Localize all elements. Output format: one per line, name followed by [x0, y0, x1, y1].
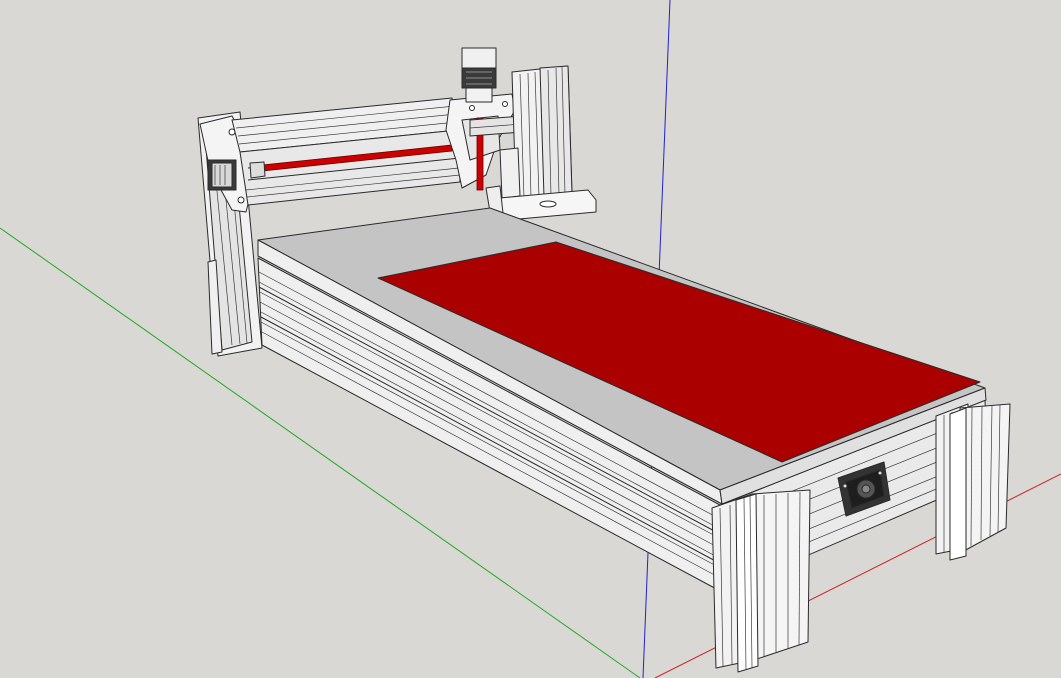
z-stepper-motor: [461, 47, 497, 71]
leg-front-left[interactable]: [711, 489, 811, 673]
leg-front-right[interactable]: [935, 403, 1011, 561]
model-scene[interactable]: [0, 0, 1061, 678]
gantry-cross-beam[interactable]: [231, 97, 461, 206]
3d-viewport-canvas[interactable]: [0, 0, 1061, 678]
z-column-extrusion[interactable]: [485, 65, 597, 229]
